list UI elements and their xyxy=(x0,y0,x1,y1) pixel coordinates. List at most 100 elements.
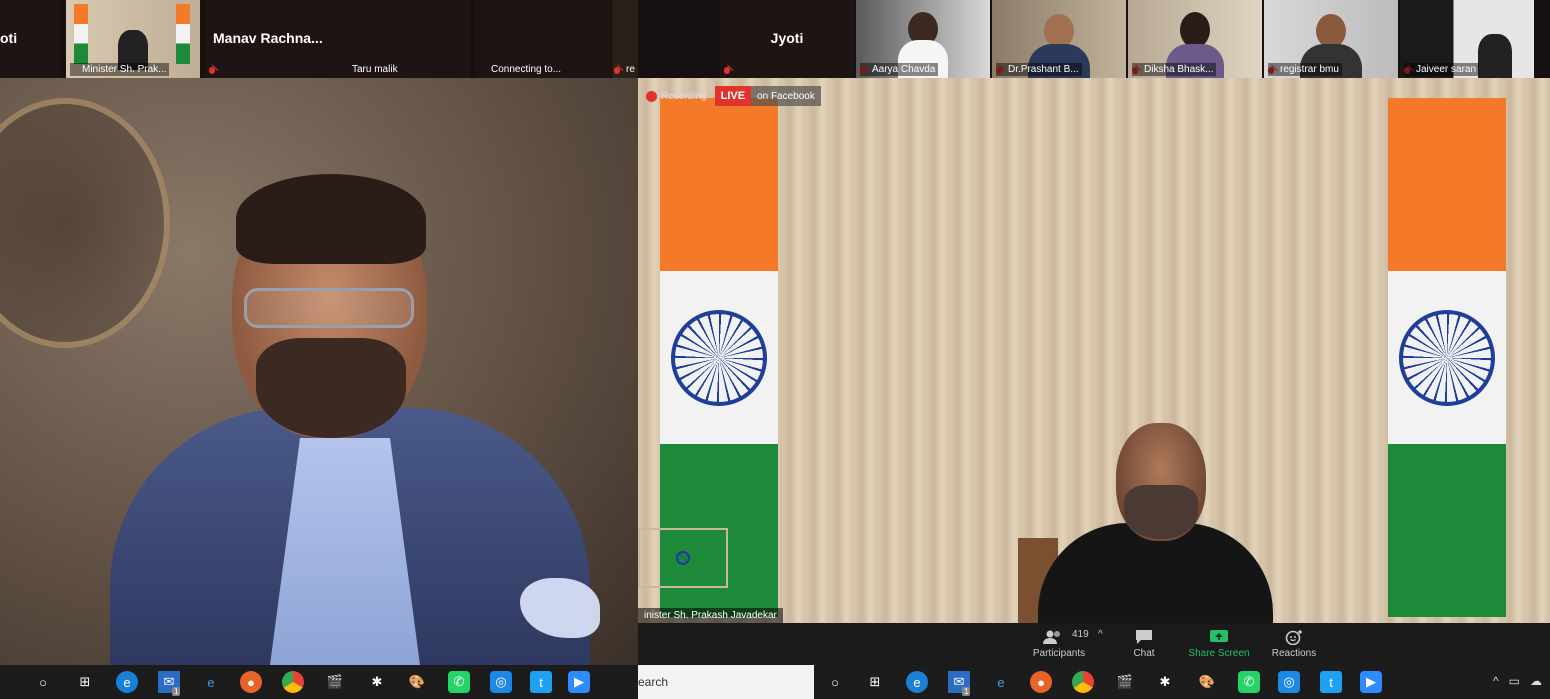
participant-tile-manav[interactable]: Manav Rachna... xyxy=(205,0,340,78)
participant-tile-jaiveer[interactable]: Jaiveer saran xyxy=(1400,0,1534,78)
ashoka-chakra-icon xyxy=(671,309,767,406)
slack-icon[interactable]: ✱ xyxy=(1154,671,1176,693)
indian-flag-right xyxy=(1388,98,1506,618)
live-platform: on Facebook xyxy=(757,90,815,102)
taskbar-search-box[interactable]: earch xyxy=(638,665,814,699)
live-tag: LIVE xyxy=(714,86,752,106)
participants-icon: 419 ^ xyxy=(1024,629,1103,645)
chevron-up-icon[interactable]: ^ xyxy=(1098,629,1103,640)
twitter-icon[interactable]: t xyxy=(530,671,552,693)
wall-fan-shape xyxy=(0,98,170,348)
cloud-icon[interactable]: ☁ xyxy=(1530,674,1542,688)
recording-indicator: Recording LIVE on Facebook xyxy=(638,86,821,106)
participant-name: Jyoti xyxy=(770,30,804,46)
slack-icon[interactable]: ✱ xyxy=(366,671,388,693)
participant-tile[interactable]: oti xyxy=(0,0,60,78)
ie-icon[interactable]: e xyxy=(200,671,222,693)
instagram-icon[interactable]: ◎ xyxy=(1278,671,1300,693)
whatsapp-icon[interactable]: ✆ xyxy=(448,671,470,693)
participant-caption: Taru malik xyxy=(352,64,398,75)
chat-label: Chat xyxy=(1133,648,1155,659)
chrome-icon[interactable] xyxy=(1072,671,1094,693)
zoom-app-icon[interactable]: ▶ xyxy=(1360,671,1382,693)
participant-tile-minister[interactable]: Minister Sh. Prak... xyxy=(66,0,200,78)
reactions-label: Reactions xyxy=(1271,648,1317,659)
active-speaker-video: Recording LIVE on Facebook inister Sh. P… xyxy=(638,78,1550,623)
mail-badge: 1 xyxy=(962,687,971,696)
ashoka-chakra-icon xyxy=(676,550,690,565)
participant-name: oti xyxy=(0,30,18,46)
participant-caption: Aarya Chavda xyxy=(860,63,939,76)
desk-flag xyxy=(638,528,728,588)
recording-label: Recording xyxy=(661,90,707,102)
participant-caption: Diksha Bhask... xyxy=(1132,63,1217,76)
participant-caption: Dr.Prashant B... xyxy=(996,63,1082,76)
zoom-app-icon[interactable]: ▶ xyxy=(568,671,590,693)
speaker-beard xyxy=(256,338,406,438)
speaker-name-label: inister Sh. Prakash Javadekar xyxy=(638,608,783,623)
search-circle-icon[interactable]: ○ xyxy=(824,671,846,693)
record-icon xyxy=(646,90,657,102)
mic-muted-icon xyxy=(209,67,215,74)
participant-strip: Jyoti Aarya Chavda Dr.Prashant B... Diks… xyxy=(638,0,1550,78)
participant-tile-connecting[interactable]: Connecting to... xyxy=(475,0,610,78)
participant-caption: Jaiveer saran xyxy=(1404,63,1480,76)
participants-label: Participants xyxy=(1032,648,1086,659)
windows-taskbar: ○ ⊞ e ✉ 1 e ● 🎬 ✱ 🎨 ✆ ◎ t ▶ xyxy=(0,665,638,699)
edge-browser-icon[interactable]: e xyxy=(906,671,928,693)
participant-caption: Connecting to... xyxy=(491,64,562,75)
search-circle-icon[interactable]: ○ xyxy=(32,671,54,693)
participant-tile-taru[interactable]: Taru malik xyxy=(340,0,470,78)
share-screen-icon xyxy=(1184,629,1254,645)
windows-taskbar: earch ○ ⊞ e ✉ 1 e ● 🎬 ✱ 🎨 ✆ ◎ t ▶ ^ ▭ ☁ xyxy=(638,665,1550,699)
participant-tile-registrar[interactable]: registrar bmu xyxy=(1264,0,1398,78)
speaker-figure xyxy=(1038,423,1273,623)
active-speaker-video xyxy=(0,78,638,665)
participants-button[interactable]: 419 ^ Participants xyxy=(1024,623,1103,665)
network-icon[interactable]: ▭ xyxy=(1509,674,1520,688)
paint-icon[interactable]: 🎨 xyxy=(1196,671,1218,693)
participant-tile-jyoti[interactable]: Jyoti xyxy=(720,0,854,78)
participant-tile-edge[interactable]: re xyxy=(612,0,638,78)
ashoka-chakra-icon xyxy=(1399,309,1495,406)
participant-strip: oti Minister Sh. Prak... Manav Rachna...… xyxy=(0,0,638,78)
instagram-icon[interactable]: ◎ xyxy=(490,671,512,693)
chat-button[interactable]: Chat xyxy=(1124,623,1164,665)
reactions-button[interactable]: Reactions xyxy=(1264,623,1324,665)
smiley-plus-icon xyxy=(1264,629,1324,646)
share-screen-button[interactable]: Share Screen xyxy=(1184,623,1254,665)
share-screen-label: Share Screen xyxy=(1188,648,1250,659)
mic-muted-icon xyxy=(724,67,730,74)
firefox-icon[interactable]: ● xyxy=(1030,671,1052,693)
speaker-hair xyxy=(236,174,426,264)
chat-icon xyxy=(1124,629,1164,645)
participant-tile-aarya[interactable]: Aarya Chavda xyxy=(856,0,990,78)
system-tray: ^ ▭ ☁ xyxy=(1493,674,1542,688)
left-zoom-window: oti Minister Sh. Prak... Manav Rachna...… xyxy=(0,0,638,699)
chrome-icon[interactable] xyxy=(282,671,304,693)
participants-count: 419 xyxy=(1072,629,1089,640)
participant-caption: Minister Sh. Prak... xyxy=(70,63,170,76)
whatsapp-icon[interactable]: ✆ xyxy=(1238,671,1260,693)
twitter-icon[interactable]: t xyxy=(1320,671,1342,693)
film-clapper-icon[interactable]: 🎬 xyxy=(1114,671,1136,693)
participant-caption: re xyxy=(626,64,635,75)
task-view-icon[interactable]: ⊞ xyxy=(864,671,886,693)
participant-tile-prashant[interactable]: Dr.Prashant B... xyxy=(992,0,1126,78)
chevron-up-icon[interactable]: ^ xyxy=(1493,674,1499,688)
paint-icon[interactable]: 🎨 xyxy=(406,671,428,693)
taskbar-search-text: earch xyxy=(638,675,669,689)
firefox-icon[interactable]: ● xyxy=(240,671,262,693)
mail-badge: 1 xyxy=(172,687,181,696)
film-clapper-icon[interactable]: 🎬 xyxy=(324,671,346,693)
meeting-toolbar: 419 ^ Participants Chat Share Screen Rea… xyxy=(638,623,1550,665)
participant-tile-diksha[interactable]: Diksha Bhask... xyxy=(1128,0,1262,78)
task-view-icon[interactable]: ⊞ xyxy=(74,671,96,693)
speaker-glasses xyxy=(244,288,414,328)
edge-browser-icon[interactable]: e xyxy=(116,671,138,693)
ie-icon[interactable]: e xyxy=(990,671,1012,693)
participant-caption: registrar bmu xyxy=(1268,63,1342,76)
right-zoom-window: Jyoti Aarya Chavda Dr.Prashant B... Diks… xyxy=(638,0,1550,699)
participant-name: Manav Rachna... xyxy=(213,30,323,46)
live-stream-badge[interactable]: LIVE on Facebook xyxy=(714,86,821,106)
